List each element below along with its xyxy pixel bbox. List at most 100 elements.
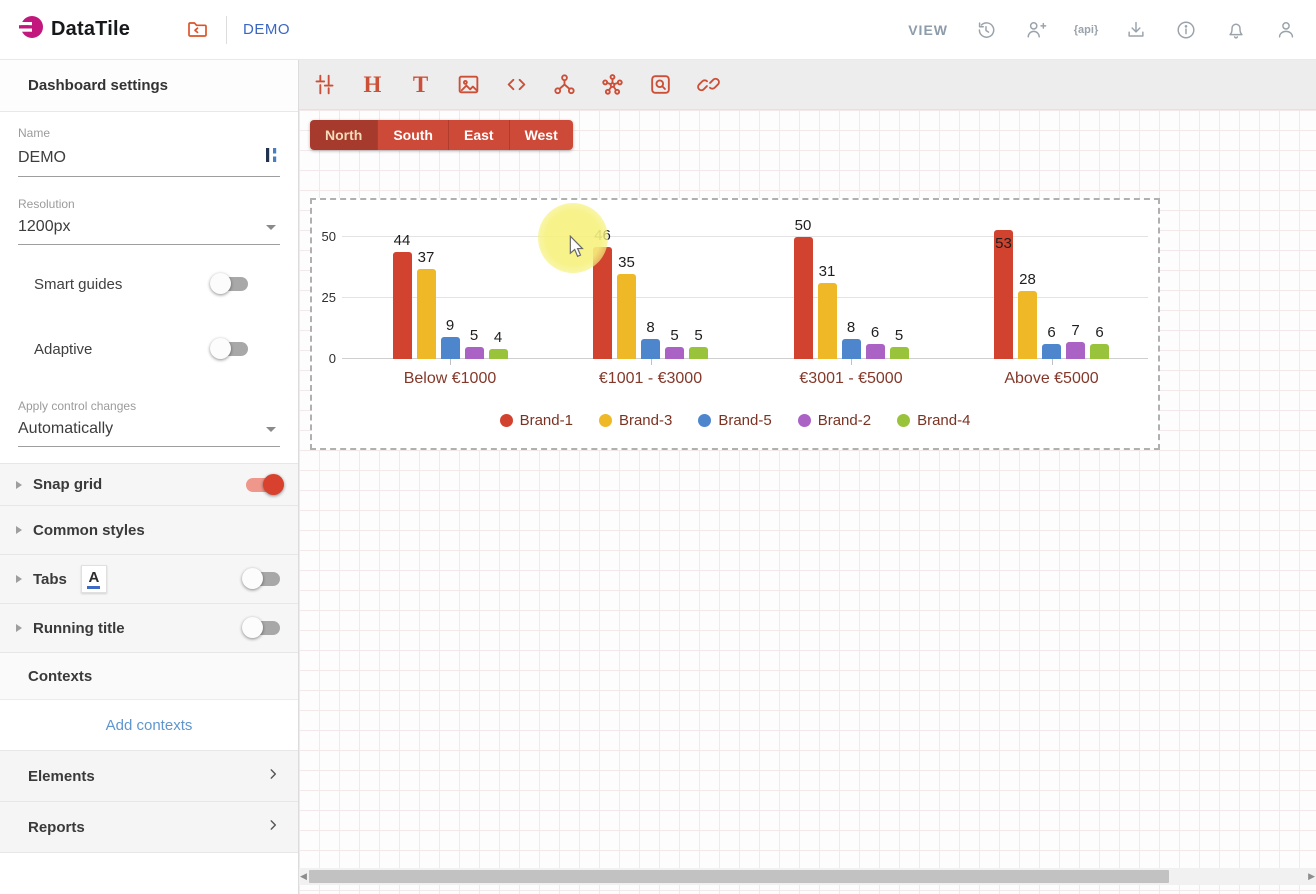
profile-icon[interactable]: [1274, 18, 1298, 42]
tab-west[interactable]: West: [510, 120, 573, 150]
bar-value-label: 46: [583, 227, 623, 244]
bar-brand-4: [1090, 344, 1109, 359]
tab-east[interactable]: East: [449, 120, 510, 150]
y-axis-tick-label: 0: [312, 351, 336, 366]
dashboard-canvas[interactable]: North South East West 025504437954Below …: [299, 110, 1316, 894]
tab-south[interactable]: South: [378, 120, 449, 150]
apply-value: Automatically: [18, 420, 266, 438]
tabs-section[interactable]: Tabs A: [0, 554, 298, 604]
resolution-field-group: Resolution 1200px: [0, 197, 298, 245]
link-tool-icon[interactable]: [695, 71, 722, 98]
legend-swatch-icon: [698, 414, 711, 427]
adaptive-toggle[interactable]: [212, 338, 250, 360]
legend-item-brand-2[interactable]: Brand-2: [798, 412, 871, 429]
legend-item-brand-1[interactable]: Brand-1: [500, 412, 573, 429]
resolution-value: 1200px: [18, 218, 266, 236]
tabs-label: Tabs: [33, 571, 67, 588]
running-title-toggle[interactable]: [244, 617, 282, 639]
expand-arrow-icon[interactable]: [16, 481, 22, 489]
chart-plot: 025504437954Below €10004635855€1001 - €3…: [312, 200, 1158, 359]
snap-grid-label: Snap grid: [33, 476, 102, 493]
zoom-widget-icon[interactable]: [647, 71, 674, 98]
common-styles-label: Common styles: [33, 522, 145, 539]
tabs-toggle[interactable]: [244, 568, 282, 590]
legend-label: Brand-3: [619, 412, 672, 429]
expand-arrow-icon[interactable]: [16, 575, 22, 583]
y-axis-tick-label: 25: [312, 290, 336, 305]
widget-settings-icon[interactable]: [311, 71, 338, 98]
expand-arrow-icon[interactable]: [16, 526, 22, 534]
bar-chart-widget[interactable]: 025504437954Below €10004635855€1001 - €3…: [310, 198, 1160, 450]
tab-north[interactable]: North: [310, 120, 378, 150]
bar-value-label: 5: [879, 327, 919, 344]
horizontal-scrollbar[interactable]: ◀ ▶: [299, 868, 1316, 885]
snap-grid-toggle[interactable]: [244, 474, 282, 496]
legend-item-brand-4[interactable]: Brand-4: [897, 412, 970, 429]
y-axis-tick-label: 50: [312, 229, 336, 244]
bar-brand-4: [890, 347, 909, 359]
apply-select[interactable]: Automatically: [18, 420, 280, 447]
bar-brand-2: [665, 347, 684, 359]
view-button[interactable]: VIEW: [908, 22, 948, 38]
text-tool-icon[interactable]: T: [407, 71, 434, 98]
legend-label: Brand-1: [520, 412, 573, 429]
snap-grid-section[interactable]: Snap grid: [0, 463, 298, 506]
apply-field-label: Apply control changes: [18, 399, 280, 413]
category-label: Below €1000: [350, 370, 550, 388]
add-user-icon[interactable]: [1024, 18, 1048, 42]
running-title-label: Running title: [33, 620, 125, 637]
top-header: DataTile DEMO VIEW: [0, 0, 1316, 60]
app-logo[interactable]: DataTile: [18, 14, 130, 45]
cluster-diagram-icon[interactable]: [599, 71, 626, 98]
bar-value-label: 44: [382, 232, 422, 249]
legend-label: Brand-5: [718, 412, 771, 429]
add-contexts-link[interactable]: Add contexts: [106, 717, 193, 734]
name-input-value: DEMO: [18, 149, 265, 167]
canvas-toolbar: H T: [299, 60, 1316, 110]
equalizer-icon[interactable]: [265, 147, 280, 168]
bar-brand-2: [465, 347, 484, 359]
bar-value-label: 37: [406, 249, 446, 266]
scrollbar-thumb[interactable]: [309, 870, 1169, 883]
legend-swatch-icon: [500, 414, 513, 427]
bar-value-label: 35: [607, 254, 647, 271]
legend-item-brand-3[interactable]: Brand-3: [599, 412, 672, 429]
embed-code-icon[interactable]: [503, 71, 530, 98]
bar-value-label: 5: [679, 327, 719, 344]
download-icon[interactable]: [1124, 18, 1148, 42]
project-title[interactable]: DEMO: [243, 21, 290, 38]
name-input[interactable]: DEMO: [18, 147, 280, 177]
expand-arrow-icon[interactable]: [16, 624, 22, 632]
elements-label: Elements: [28, 768, 266, 785]
legend-item-brand-5[interactable]: Brand-5: [698, 412, 771, 429]
font-style-icon[interactable]: A: [81, 565, 107, 593]
image-tool-icon[interactable]: [455, 71, 482, 98]
bar-brand-3: [417, 269, 436, 359]
common-styles-section[interactable]: Common styles: [0, 505, 298, 555]
smart-guides-label: Smart guides: [34, 276, 122, 293]
bar-value-label: 53: [984, 235, 1024, 252]
running-title-section[interactable]: Running title: [0, 603, 298, 653]
bar-brand-5: [842, 339, 861, 359]
history-icon[interactable]: [974, 18, 998, 42]
sidebar-title: Dashboard settings: [0, 60, 298, 112]
smart-guides-toggle[interactable]: [212, 273, 250, 295]
bar-brand-2: [1066, 342, 1085, 359]
notifications-icon[interactable]: [1224, 18, 1248, 42]
x-axis-tick: [651, 359, 652, 365]
share-nodes-icon[interactable]: [551, 71, 578, 98]
chevron-down-icon: [266, 427, 276, 432]
sidebar-item-elements[interactable]: Elements: [0, 750, 298, 802]
bar-brand-4: [489, 349, 508, 359]
scroll-left-icon[interactable]: ◀: [300, 871, 307, 882]
heading-tool-icon[interactable]: H: [359, 71, 386, 98]
info-icon[interactable]: [1174, 18, 1198, 42]
category-label: €3001 - €5000: [751, 370, 951, 388]
sidebar-item-reports[interactable]: Reports: [0, 801, 298, 853]
folder-back-icon[interactable]: [186, 18, 210, 42]
api-icon[interactable]: {api}: [1074, 18, 1098, 42]
scroll-right-icon[interactable]: ▶: [1308, 871, 1315, 882]
resolution-select[interactable]: 1200px: [18, 218, 280, 245]
datatile-logo-icon: [18, 14, 44, 45]
chevron-down-icon: [266, 225, 276, 230]
